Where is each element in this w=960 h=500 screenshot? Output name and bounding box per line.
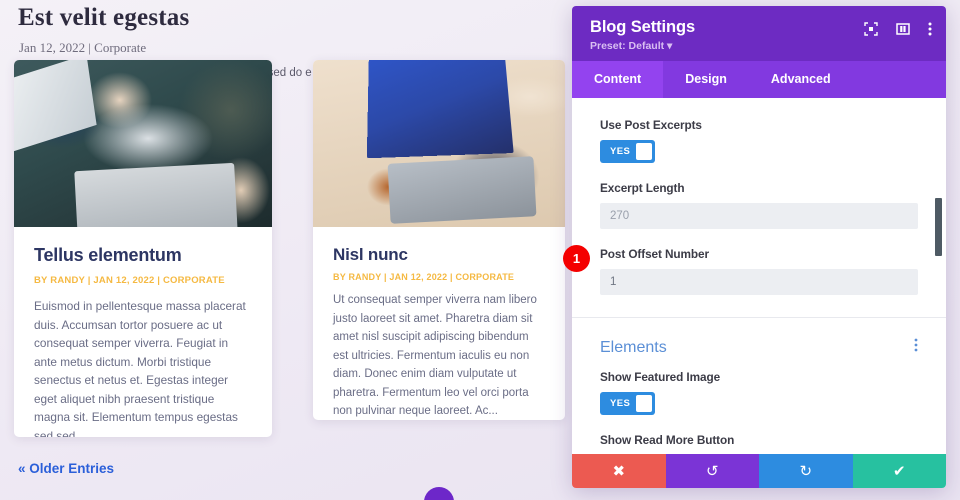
page-scroll-indicator[interactable] [424, 487, 454, 500]
redo-icon: ↻ [799, 462, 813, 480]
toggle-value: YES [610, 398, 631, 409]
more-vertical-icon[interactable] [928, 22, 932, 36]
show-featured-image-toggle[interactable]: YES [600, 392, 655, 415]
card-excerpt: Euismod in pellentesque massa placerat d… [34, 299, 246, 437]
blog-post-card[interactable]: Nisl nunc BY RANDY | JAN 12, 2022 | CORP… [313, 60, 565, 420]
split-layout-icon[interactable] [896, 22, 910, 36]
featured-image [313, 60, 565, 227]
field-label: Show Featured Image [600, 370, 721, 384]
field-use-post-excerpts: Use Post Excerpts YES [572, 118, 946, 163]
post-meta: Jan 12, 2022 | Corporate [19, 40, 147, 55]
panel-header-icons [864, 22, 932, 36]
field-show-read-more-button: Show Read More Button NO [572, 433, 946, 454]
field-label: Post Offset Number [600, 247, 709, 261]
field-show-featured-image: Show Featured Image YES [572, 370, 946, 415]
older-entries-link[interactable]: « Older Entries [18, 461, 114, 476]
redo-button[interactable]: ↻ [759, 454, 853, 488]
panel-tabs: Content Design Advanced [572, 61, 946, 98]
check-icon: ✔ [892, 462, 906, 480]
field-label: Excerpt Length [600, 181, 685, 195]
cancel-button[interactable]: ✖ [572, 454, 666, 488]
page-title: Est velit egestas [18, 4, 190, 31]
scrollbar-thumb[interactable] [935, 198, 942, 256]
focus-icon[interactable] [864, 22, 878, 36]
panel-scrollbar[interactable] [933, 98, 943, 454]
tab-content[interactable]: Content [572, 61, 664, 98]
field-label: Show Read More Button [600, 433, 735, 447]
field-label: Use Post Excerpts [600, 118, 702, 132]
card-body: Tellus elementum BY RANDY | JAN 12, 2022… [14, 227, 272, 437]
card-title[interactable]: Tellus elementum [34, 245, 252, 266]
panel-footer: ✖ ↺ ↻ ✔ [572, 454, 946, 488]
close-icon: ✖ [612, 462, 626, 480]
toggle-knob [636, 143, 652, 160]
card-title[interactable]: Nisl nunc [333, 245, 545, 265]
step-marker-1: 1 [563, 245, 590, 272]
tab-design[interactable]: Design [663, 61, 749, 98]
blog-settings-panel: Blog Settings Preset: Default ▾ Content … [572, 6, 946, 488]
field-post-offset-number: Post Offset Number [572, 247, 946, 295]
panel-body: Use Post Excerpts YES Excerpt Length Pos… [572, 98, 946, 454]
more-vertical-icon[interactable] [914, 338, 918, 357]
card-byline: BY RANDY | JAN 12, 2022 | CORPORATE [333, 272, 515, 282]
toggle-knob [636, 395, 652, 412]
toggle-value: YES [610, 146, 631, 157]
undo-button[interactable]: ↺ [665, 454, 759, 488]
use-post-excerpts-toggle[interactable]: YES [600, 140, 655, 163]
excerpt-length-input[interactable] [600, 203, 918, 229]
card-body: Nisl nunc BY RANDY | JAN 12, 2022 | CORP… [313, 227, 565, 420]
elements-section-header: Elements [572, 318, 946, 370]
post-offset-number-input[interactable] [600, 269, 918, 295]
tab-advanced[interactable]: Advanced [749, 61, 853, 98]
field-excerpt-length: Excerpt Length [572, 181, 946, 229]
card-excerpt: Ut consequat semper viverra nam libero j… [333, 294, 537, 417]
section-title: Elements [600, 338, 667, 356]
undo-icon: ↺ [705, 462, 719, 480]
card-byline: BY RANDY | JAN 12, 2022 | CORPORATE [34, 275, 225, 286]
screen: Est velit egestas Jan 12, 2022 | Corpora… [0, 0, 960, 500]
panel-header: Blog Settings Preset: Default ▾ [572, 6, 946, 61]
save-button[interactable]: ✔ [852, 454, 946, 488]
preset-selector[interactable]: Preset: Default ▾ [590, 40, 928, 52]
featured-image [14, 60, 272, 227]
blog-post-card[interactable]: Tellus elementum BY RANDY | JAN 12, 2022… [14, 60, 272, 437]
website-preview: Est velit egestas Jan 12, 2022 | Corpora… [0, 0, 600, 500]
